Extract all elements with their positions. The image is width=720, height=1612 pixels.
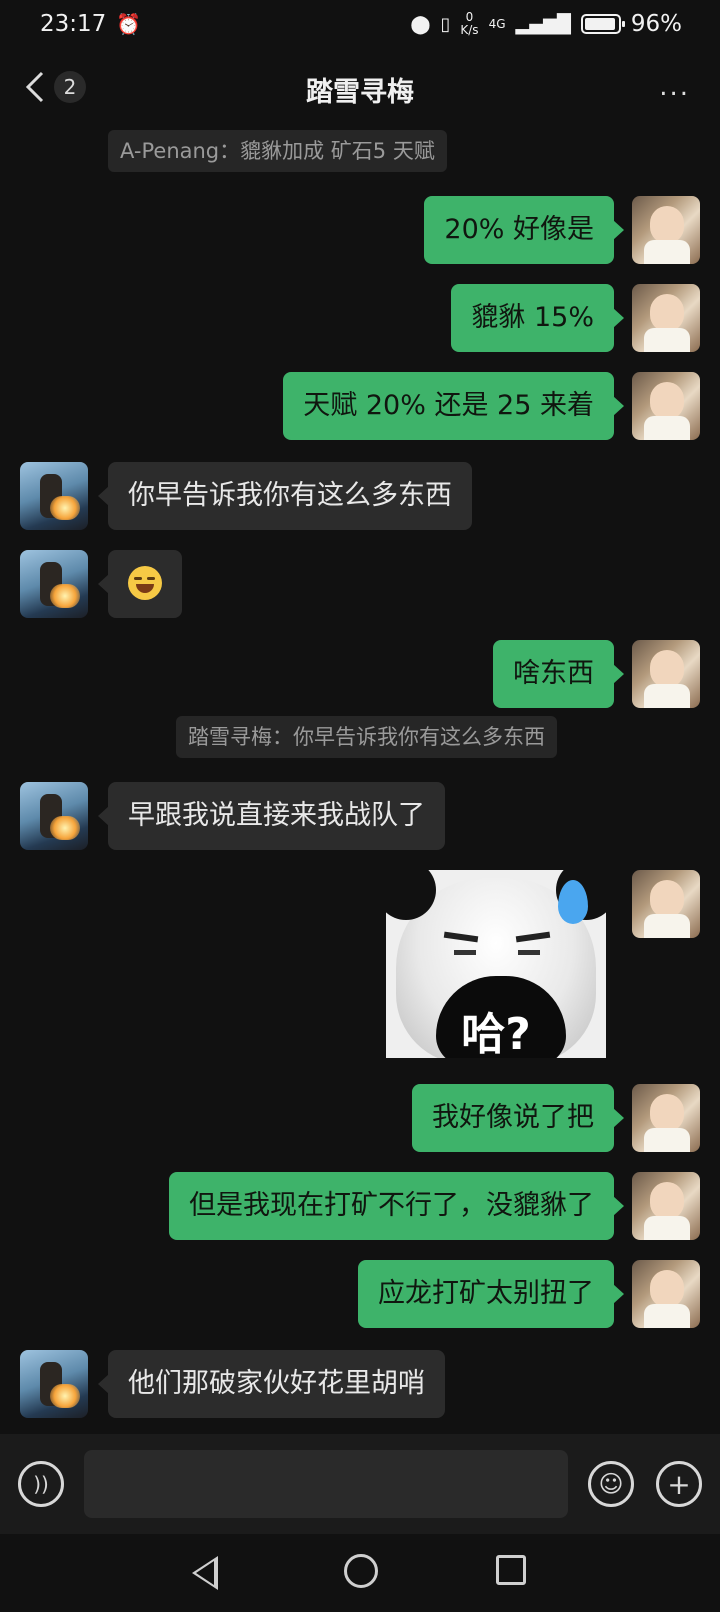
alarm-icon: ⏰	[116, 12, 142, 36]
net-speed-value: 0	[465, 10, 474, 24]
avatar-self[interactable]	[632, 284, 700, 352]
status-time: 23:17	[40, 11, 107, 37]
nav-recents-icon[interactable]	[496, 1555, 526, 1585]
message-bubble-sent[interactable]: 天赋 20% 还是 25 来着	[283, 372, 624, 440]
avatar-self[interactable]	[632, 640, 700, 708]
signal-icon: ▂▄▆█	[515, 13, 571, 35]
system-navigation-bar	[0, 1534, 720, 1612]
battery-icon	[580, 14, 625, 34]
nav-home-icon[interactable]	[344, 1554, 378, 1588]
system-quote: 踏雪寻梅：你早告诉我你有这么多东西	[176, 716, 557, 758]
avatar-contact[interactable]	[20, 782, 88, 850]
sticker-message[interactable]: 哈?	[386, 870, 606, 1058]
avatar-self[interactable]	[632, 1172, 700, 1240]
location-icon: ⬤	[410, 13, 431, 35]
message-bubble-sent[interactable]: 20% 好像是	[424, 196, 624, 264]
emoji-icon: ☺	[598, 1470, 624, 1498]
message-bubble-received[interactable]	[98, 550, 182, 618]
more-options-button[interactable]: ...	[659, 72, 690, 102]
avatar-contact[interactable]	[20, 462, 88, 530]
voice-icon: ))	[33, 1472, 49, 1496]
more-functions-button[interactable]: +	[656, 1461, 702, 1507]
avatar-self[interactable]	[632, 1084, 700, 1152]
message-bubble-sent[interactable]: 我好像说了把	[412, 1084, 624, 1152]
battery-level: 96%	[630, 11, 682, 37]
network-type: 4G	[488, 17, 506, 31]
avatar-contact[interactable]	[20, 1350, 88, 1418]
avatar-self[interactable]	[632, 1260, 700, 1328]
laughing-emoji-icon	[128, 565, 162, 600]
chat-message-list[interactable]: A-Penang：貔貅加成 矿石5 天赋 20% 好像是 貔貅 15% 天赋 2…	[0, 120, 720, 1434]
net-speed-unit: K/s	[460, 23, 479, 37]
voice-button[interactable]: ))	[18, 1461, 64, 1507]
chat-header: 2 踏雪寻梅 ...	[0, 58, 720, 120]
sticker-caption: 哈?	[461, 1009, 531, 1058]
vibrate-icon: ▯	[440, 13, 451, 35]
avatar-self[interactable]	[632, 196, 700, 264]
message-bubble-received[interactable]: 你早告诉我你有这么多东西	[98, 462, 472, 530]
message-bubble-sent[interactable]: 貔貅 15%	[451, 284, 624, 352]
message-bubble-sent[interactable]: 啥东西	[493, 640, 624, 708]
message-bubble-received[interactable]: 他们那破家伙好花里胡哨	[98, 1350, 445, 1418]
message-input-bar: )) ☺ +	[0, 1434, 720, 1534]
sweat-drop-icon	[558, 880, 588, 924]
message-bubble-sent[interactable]: 但是我现在打矿不行了，没貔貅了	[169, 1172, 624, 1240]
emoji-button[interactable]: ☺	[588, 1461, 634, 1507]
message-input[interactable]	[84, 1450, 568, 1518]
avatar-self[interactable]	[632, 870, 700, 938]
avatar-self[interactable]	[632, 372, 700, 440]
avatar-contact[interactable]	[20, 550, 88, 618]
chat-title: 踏雪寻梅	[306, 77, 414, 108]
system-quote: A-Penang：貔貅加成 矿石5 天赋	[108, 130, 447, 172]
net-speed: 0 K/s	[460, 11, 478, 37]
message-bubble-received[interactable]: 早跟我说直接来我战队了	[98, 782, 445, 850]
status-bar: 23:17 ⏰ ⬤ ▯ 0 K/s 4G ▂▄▆█ 96%	[0, 0, 720, 48]
message-bubble-sent[interactable]: 应龙打矿太别扭了	[358, 1260, 624, 1328]
plus-icon: +	[667, 1467, 691, 1501]
nav-back-icon[interactable]	[192, 1556, 218, 1590]
